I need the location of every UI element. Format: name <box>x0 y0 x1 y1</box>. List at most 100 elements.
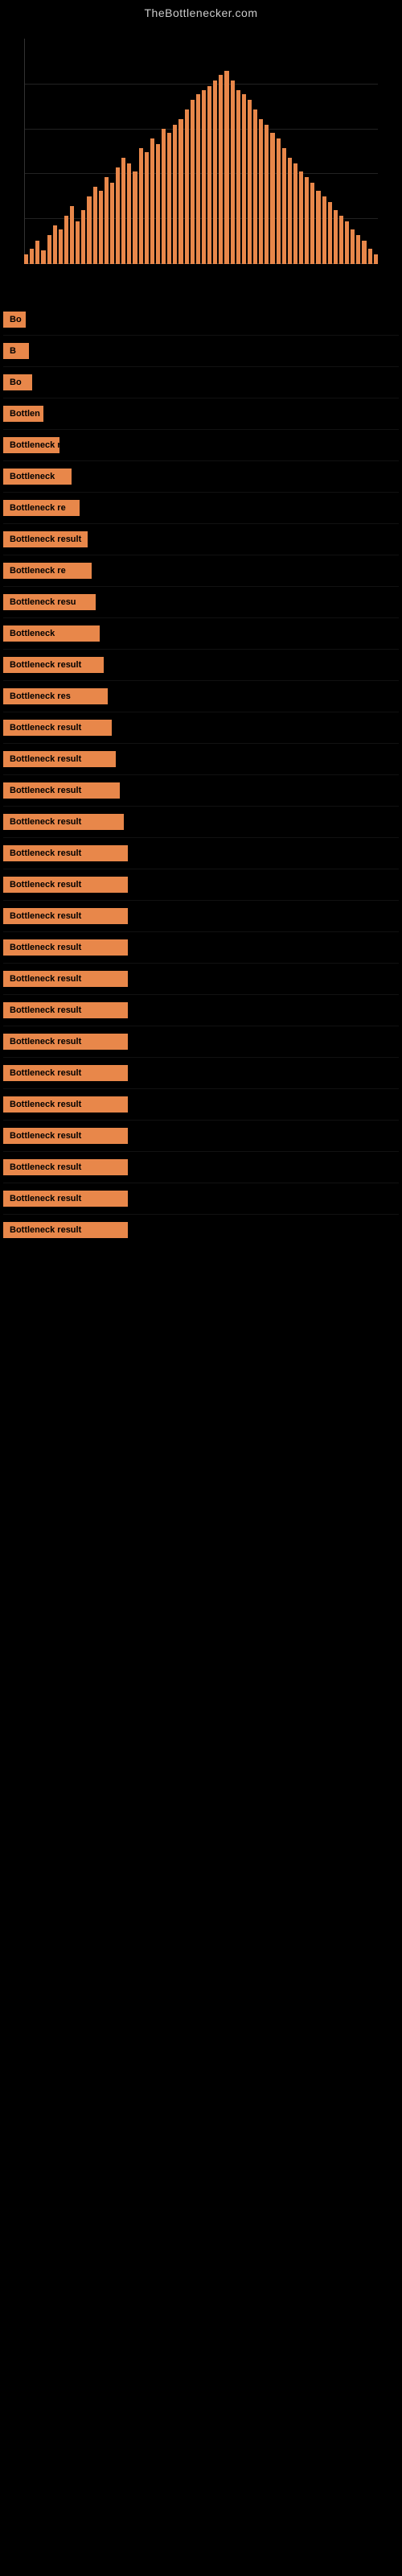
chart-bar <box>76 221 80 264</box>
chart-bar <box>356 235 360 264</box>
list-item: Bottleneck re <box>0 493 402 523</box>
bottleneck-result-badge: Bo <box>3 374 32 390</box>
bottleneck-result-badge: Bottleneck resu <box>3 594 96 610</box>
chart-bar <box>70 206 74 264</box>
list-item: Bottleneck result <box>0 838 402 869</box>
bottleneck-result-badge: B <box>3 343 29 359</box>
bottleneck-result-badge: Bottleneck result <box>3 1159 128 1175</box>
list-item: Bottleneck <box>0 461 402 492</box>
bottleneck-result-badge: Bottleneck result <box>3 782 120 799</box>
chart-bar <box>47 235 51 264</box>
chart-bar <box>351 229 355 264</box>
chart-bar <box>334 210 338 264</box>
chart-bar <box>30 249 34 264</box>
chart-bar <box>185 109 189 264</box>
chart-bar <box>202 90 206 264</box>
list-item: Bottleneck result <box>0 869 402 900</box>
list-item: Bottleneck result <box>0 1026 402 1057</box>
chart-bar <box>213 80 217 264</box>
chart-bar <box>368 249 372 264</box>
chart-bar <box>219 75 223 264</box>
list-item: Bottleneck result <box>0 775 402 806</box>
site-title: TheBottlenecker.com <box>0 0 402 23</box>
chart-bar <box>145 152 149 264</box>
chart-bar <box>299 171 303 264</box>
bottleneck-result-badge: Bo <box>3 312 26 328</box>
bottleneck-result-badge: Bottleneck <box>3 625 100 642</box>
bottleneck-result-badge: Bottleneck res <box>3 688 108 704</box>
chart-bar <box>224 71 228 264</box>
list-item: Bottleneck result <box>0 901 402 931</box>
list-item: Bottleneck result <box>0 964 402 994</box>
chart-bar <box>310 183 314 264</box>
list-item: Bottleneck <box>0 618 402 649</box>
chart-bar <box>231 80 235 264</box>
chart-bar <box>24 254 28 264</box>
list-item: Bottleneck result <box>0 1215 402 1245</box>
chart-bar <box>93 187 97 264</box>
chart-bar <box>374 254 378 264</box>
bottleneck-result-badge: Bottleneck result <box>3 1065 128 1081</box>
results-container: Bo B Bo Bottlen Bottleneck r Bottleneck Bottle… <box>0 296 402 1245</box>
chart-bar <box>127 163 131 264</box>
chart-bar <box>277 138 281 264</box>
bottleneck-result-badge: Bottleneck result <box>3 939 128 956</box>
chart-bar <box>110 183 114 264</box>
chart-bar <box>178 119 183 264</box>
bottleneck-result-badge: Bottleneck result <box>3 1096 128 1113</box>
chart-bar <box>248 100 252 264</box>
bottleneck-result-badge: Bottleneck result <box>3 814 124 830</box>
list-item: Bottleneck result <box>0 1121 402 1151</box>
chart-bar <box>121 158 125 264</box>
list-item: Bo <box>0 304 402 335</box>
chart-bar <box>167 133 171 264</box>
bottleneck-result-badge: Bottleneck result <box>3 1222 128 1238</box>
chart-area <box>16 31 386 288</box>
bottleneck-result-badge: Bottleneck re <box>3 500 80 516</box>
list-item: Bottleneck result <box>0 1183 402 1214</box>
chart-bar <box>253 109 257 264</box>
bottleneck-result-badge: Bottleneck re <box>3 563 92 579</box>
chart-bar <box>191 100 195 264</box>
chart-bar <box>282 148 286 264</box>
chart-bar <box>162 129 166 264</box>
list-item: Bottleneck re <box>0 555 402 586</box>
chart-bar <box>53 225 57 264</box>
list-item: Bottleneck result <box>0 650 402 680</box>
chart-bar <box>362 241 366 264</box>
chart-bar <box>259 119 263 264</box>
chart-bar <box>322 196 326 264</box>
list-item: Bottleneck result <box>0 524 402 555</box>
list-item: Bottleneck result <box>0 807 402 837</box>
list-item: Bottleneck result <box>0 712 402 743</box>
list-item: Bottlen <box>0 398 402 429</box>
bottleneck-result-badge: Bottleneck result <box>3 720 112 736</box>
chart-bar <box>316 191 320 264</box>
list-item: Bottleneck result <box>0 744 402 774</box>
bottleneck-result-badge: Bottleneck result <box>3 1191 128 1207</box>
bottleneck-result-badge: Bottleneck r <box>3 437 59 453</box>
bottleneck-result-badge: Bottleneck result <box>3 531 88 547</box>
bottleneck-result-badge: Bottleneck result <box>3 845 128 861</box>
list-item: Bottleneck result <box>0 1152 402 1183</box>
chart-bar <box>99 191 103 264</box>
list-item: Bottleneck r <box>0 430 402 460</box>
bottleneck-result-badge: Bottleneck result <box>3 971 128 987</box>
bottleneck-result-badge: Bottleneck result <box>3 751 116 767</box>
chart-bar <box>35 241 39 264</box>
list-item: Bottleneck result <box>0 932 402 963</box>
chart-bar <box>59 229 63 264</box>
chart-bar <box>81 210 85 264</box>
list-item: Bottleneck result <box>0 1089 402 1120</box>
chart-bar <box>87 196 91 264</box>
chart-bar <box>64 216 68 264</box>
chart-bar <box>345 221 349 264</box>
bottleneck-result-badge: Bottleneck result <box>3 877 128 893</box>
chart-bar <box>196 94 200 264</box>
list-item: Bottleneck result <box>0 1058 402 1088</box>
list-item: B <box>0 336 402 366</box>
list-item: Bottleneck resu <box>0 587 402 617</box>
chart-bar <box>339 216 343 264</box>
chart-bar <box>156 144 160 264</box>
chart-bar <box>173 125 177 264</box>
